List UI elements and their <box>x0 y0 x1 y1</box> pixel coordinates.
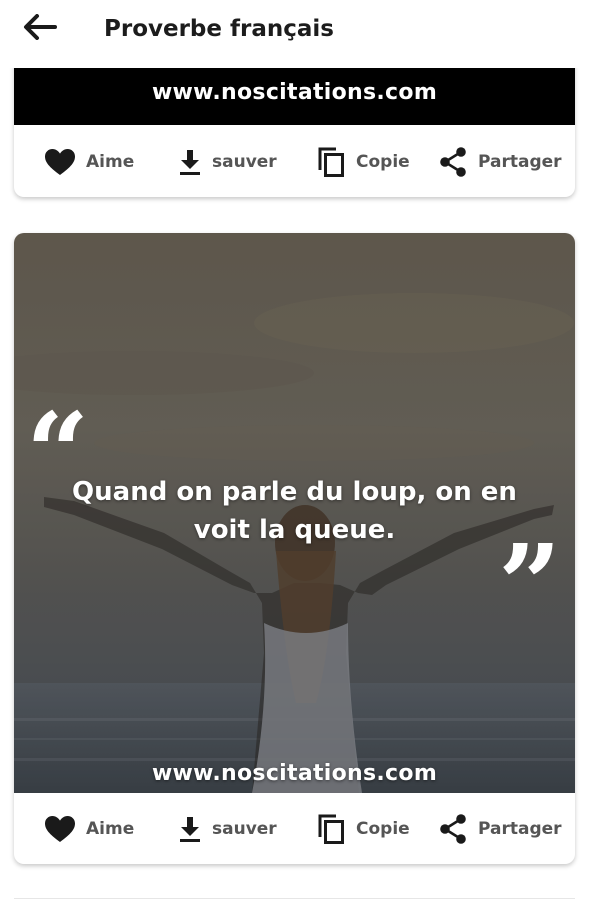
like-button[interactable]: Aime <box>44 126 134 197</box>
next-card-edge <box>14 898 575 899</box>
save-label: sauver <box>212 818 277 839</box>
like-button[interactable]: Aime <box>44 793 134 864</box>
copy-icon <box>316 146 346 178</box>
copy-label: Copie <box>356 818 410 839</box>
site-watermark: www.noscitations.com <box>151 80 438 105</box>
save-label: sauver <box>212 151 277 172</box>
like-label: Aime <box>86 151 135 172</box>
quote-text: Quand on parle du loup, on en voit la qu… <box>72 477 517 545</box>
copy-icon <box>316 813 346 845</box>
download-icon <box>178 148 202 176</box>
quote-feed[interactable]: www.noscitations.com Aime sauver Copie P… <box>0 68 589 900</box>
save-button[interactable]: sauver <box>178 793 277 864</box>
site-watermark: www.noscitations.com <box>151 761 438 786</box>
heart-icon <box>44 148 76 176</box>
copy-label: Copie <box>356 151 410 172</box>
back-button[interactable] <box>18 12 62 46</box>
share-button[interactable]: Partager <box>438 126 562 197</box>
copy-button[interactable]: Copie <box>316 126 410 197</box>
page-title: Proverbe français <box>104 16 334 42</box>
share-label: Partager <box>478 818 562 839</box>
quote-card: www.noscitations.com Aime sauver Copie P… <box>14 68 575 197</box>
card-actions: Aime sauver Copie Partager <box>14 126 575 197</box>
app-bar: Proverbe français <box>0 0 589 68</box>
heart-icon <box>44 815 76 843</box>
download-icon <box>178 815 202 843</box>
copy-button[interactable]: Copie <box>316 793 410 864</box>
card-actions: Aime sauver Copie Partager <box>14 793 575 864</box>
share-button[interactable]: Partager <box>438 793 562 864</box>
like-label: Aime <box>86 818 135 839</box>
share-label: Partager <box>478 151 562 172</box>
share-icon <box>438 813 468 845</box>
save-button[interactable]: sauver <box>178 126 277 197</box>
quote-image[interactable]: “ Quand on parle du loup, on en voit la … <box>14 233 575 793</box>
close-quote-mark: ” <box>498 520 562 649</box>
share-icon <box>438 146 468 178</box>
arrow-left-icon <box>23 14 57 44</box>
quote-card: “ Quand on parle du loup, on en voit la … <box>14 233 575 864</box>
quote-image[interactable]: www.noscitations.com <box>14 68 575 125</box>
